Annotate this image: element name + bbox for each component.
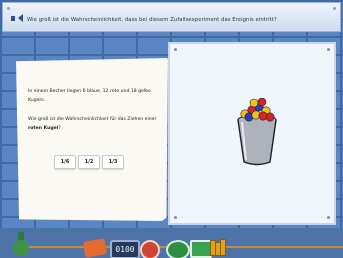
- screw-icon: [327, 216, 330, 219]
- task-card: In einem Becher liegen 6 blaue, 12 rote …: [16, 58, 168, 221]
- question-bar: Wie groß ist die Wahrscheinlichkeit, das…: [2, 2, 341, 32]
- answer-option-1-3[interactable]: 1/3: [102, 155, 124, 169]
- pin-icon: [7, 7, 10, 10]
- screw-icon: [327, 48, 330, 51]
- pin-icon: [333, 7, 336, 10]
- answer-option-1-6[interactable]: 1/6: [54, 155, 76, 169]
- counter-display: 0100: [110, 240, 140, 258]
- books-button[interactable]: [210, 239, 228, 256]
- answer-option-1-2[interactable]: 1/2: [78, 155, 100, 169]
- help-button[interactable]: [140, 240, 160, 258]
- question-text: Wie groß ist die Wahrscheinlichkeit, das…: [27, 17, 277, 23]
- game-stage: Wie groß ist die Wahrscheinlichkeit, das…: [0, 0, 343, 258]
- cup-with-balls-icon: [237, 98, 277, 166]
- speaker-icon[interactable]: [11, 14, 23, 23]
- screw-icon: [174, 48, 177, 51]
- monitor-button[interactable]: [190, 240, 212, 258]
- task-paragraph-2: Wie groß ist die Wahrscheinlichkeit für …: [28, 117, 157, 131]
- vase-icon: [13, 232, 29, 258]
- screw-icon: [174, 216, 177, 219]
- task-paragraph-1: In einem Becher liegen 6 blaue, 12 rote …: [28, 89, 151, 103]
- forward-arrow-button[interactable]: [166, 240, 190, 258]
